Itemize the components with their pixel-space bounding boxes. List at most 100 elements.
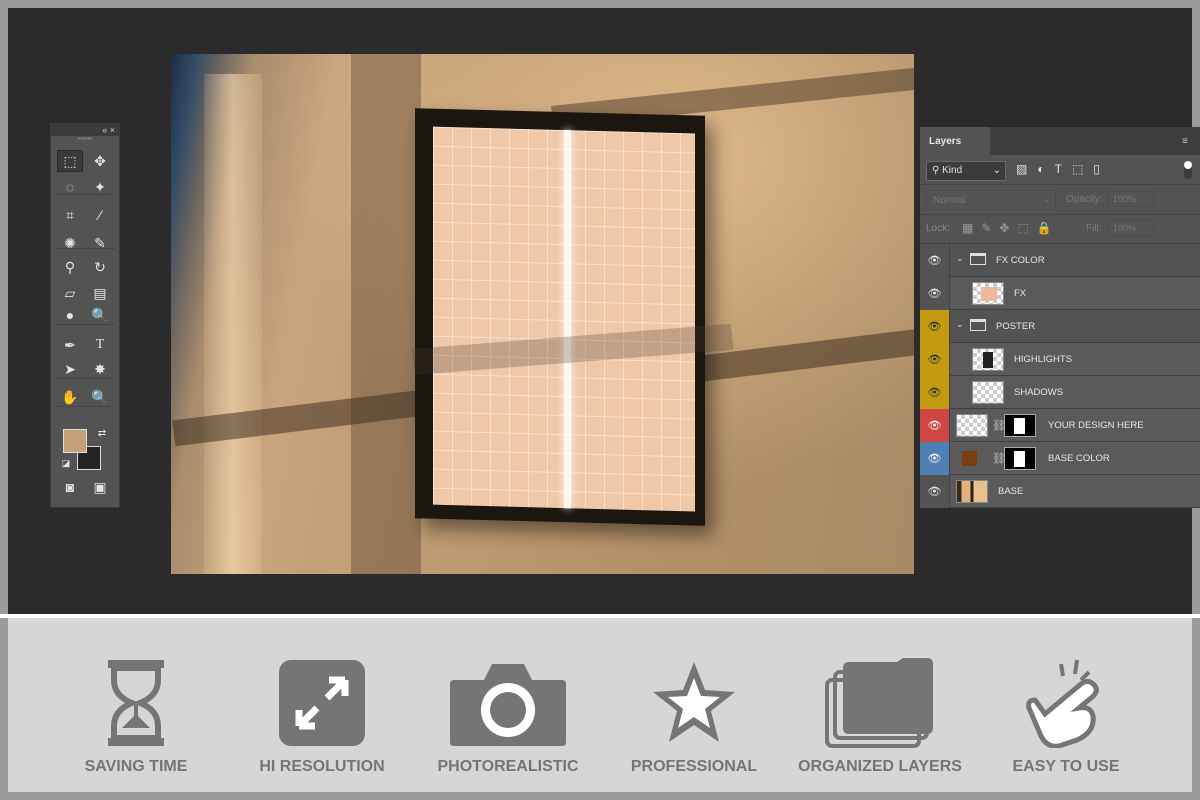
close-icon[interactable]: × bbox=[110, 125, 115, 135]
layer-group-fx-color[interactable]: 👁 ⌄ FX COLOR bbox=[920, 244, 1200, 277]
hourglass-icon bbox=[108, 660, 164, 746]
tools-panel: « × •••••• ⇄ ◪ ⬚ ✥ ◌ ✦ ⌗ ⁄ ✺ ✎ ⚲ ↻ ▱ ▤ ● 🔍 ✒ T ➤ ✸ ✋ 🔍 ◙ ▣ bbox=[50, 123, 120, 508]
layer-your-design-here[interactable]: 👁 ⛓ YOUR DESIGN HERE bbox=[920, 409, 1200, 442]
move-tool-icon[interactable]: ✥ bbox=[87, 150, 113, 172]
layers-panel: Layers ≡ ⚲ Kind ⌄ ▨ ◐ T ⬚ ▯ Normal ⌄ Opacity:… bbox=[920, 127, 1200, 508]
layer-name: FX COLOR bbox=[996, 255, 1045, 266]
camera-icon bbox=[450, 664, 566, 746]
blend-row: Normal ⌄ Opacity: 100% bbox=[920, 185, 1200, 215]
tools-panel-header: « × bbox=[51, 124, 119, 136]
layer-base[interactable]: 👁 BASE bbox=[920, 475, 1200, 508]
shape-filter-icon[interactable]: ⬚ bbox=[1072, 162, 1083, 176]
layer-highlights[interactable]: 👁 HIGHLIGHTS bbox=[920, 343, 1200, 376]
eye-icon[interactable]: 👁 bbox=[920, 277, 950, 310]
feature-label: ORGANIZED LAYERS bbox=[798, 758, 962, 775]
chevron-down-icon[interactable]: ⌄ bbox=[956, 319, 964, 330]
lock-pixels-icon[interactable]: ✎ bbox=[981, 221, 991, 235]
quick-mask-icon[interactable]: ◙ bbox=[57, 476, 83, 498]
feature-label: SAVING TIME bbox=[84, 758, 188, 775]
lock-transparent-icon[interactable]: ▦ bbox=[962, 221, 973, 235]
clone-stamp-tool-icon[interactable]: ⚲ bbox=[57, 256, 83, 278]
star-icon bbox=[653, 662, 735, 742]
eyedropper-tool-icon[interactable]: ⁄ bbox=[87, 204, 113, 226]
eye-icon[interactable]: 👁 bbox=[920, 475, 950, 508]
layer-group-poster[interactable]: 👁 ⌄ POSTER bbox=[920, 310, 1200, 343]
poster-frame[interactable] bbox=[412, 108, 734, 526]
adjustment-filter-icon[interactable]: ◐ bbox=[1037, 162, 1044, 176]
lock-artboard-icon[interactable]: ⬚ bbox=[1017, 221, 1028, 235]
feature-label: EASY TO USE bbox=[1012, 758, 1120, 775]
foreground-color-swatch[interactable] bbox=[63, 429, 87, 453]
filter-toggle[interactable] bbox=[1184, 161, 1192, 179]
smart-object-filter-icon[interactable]: ▯ bbox=[1093, 162, 1100, 176]
history-brush-tool-icon[interactable]: ↻ bbox=[87, 256, 113, 278]
lock-all-icon[interactable]: 🔒 bbox=[1037, 221, 1052, 235]
fill-label: Fill: bbox=[1086, 223, 1102, 234]
window-shadow-band bbox=[412, 323, 734, 375]
window-light-strip bbox=[204, 74, 262, 574]
panel-menu-icon[interactable]: ≡ bbox=[1182, 136, 1194, 147]
tab-layers[interactable]: Layers bbox=[920, 127, 990, 155]
chevron-down-icon[interactable]: ⌄ bbox=[956, 253, 964, 264]
layer-fx[interactable]: 👁 FX bbox=[920, 277, 1200, 310]
layer-name: HIGHLIGHTS bbox=[1014, 354, 1073, 365]
layer-shadows[interactable]: 👁 SHADOWS bbox=[920, 376, 1200, 409]
opacity-label: Opacity: bbox=[1066, 194, 1103, 205]
lock-label: Lock: bbox=[926, 223, 950, 234]
expand-arrows-icon bbox=[279, 660, 365, 746]
layers-folder-icon bbox=[825, 658, 933, 748]
default-colors-icon[interactable]: ◪ bbox=[53, 452, 79, 474]
tool-separator bbox=[57, 248, 115, 249]
layer-mask-thumbnail bbox=[1004, 447, 1036, 470]
brush-tool-icon[interactable]: ✎ bbox=[87, 232, 113, 254]
opacity-input[interactable]: 100% bbox=[1108, 191, 1154, 207]
shadow-column-right bbox=[351, 54, 421, 574]
workspace: « × •••••• ⇄ ◪ ⬚ ✥ ◌ ✦ ⌗ ⁄ ✺ ✎ ⚲ ↻ ▱ ▤ ● 🔍 ✒ T ➤ ✸ ✋ 🔍 ◙ ▣ La… bbox=[8, 8, 1200, 614]
hand-tool-icon[interactable]: ✋ bbox=[57, 386, 83, 408]
feature-saving-time: SAVING TIME bbox=[46, 618, 226, 792]
blend-mode-select[interactable]: Normal ⌄ bbox=[926, 190, 1056, 210]
filter-row: ⚲ Kind ⌄ ▨ ◐ T ⬚ ▯ bbox=[920, 155, 1200, 185]
lock-position-icon[interactable]: ✥ bbox=[999, 221, 1009, 235]
pen-tool-icon[interactable]: ✒ bbox=[57, 334, 83, 356]
layer-base-color[interactable]: 👁 ⛓ BASE COLOR bbox=[920, 442, 1200, 475]
crop-tool-icon[interactable]: ⌗ bbox=[57, 204, 83, 226]
healing-brush-tool-icon[interactable]: ✺ bbox=[57, 232, 83, 254]
dodge-tool-icon[interactable]: 🔍 bbox=[87, 304, 113, 326]
eye-icon[interactable]: 👁 bbox=[920, 343, 950, 376]
rectangular-marquee-tool-icon[interactable]: ⬚ bbox=[57, 150, 83, 172]
canvas-photo[interactable] bbox=[171, 54, 914, 574]
eye-icon[interactable]: 👁 bbox=[920, 409, 950, 442]
type-tool-icon[interactable]: T bbox=[87, 334, 113, 356]
eye-icon[interactable]: 👁 bbox=[920, 244, 950, 277]
eye-icon[interactable]: 👁 bbox=[920, 376, 950, 409]
zoom-tool-icon[interactable]: 🔍 bbox=[87, 386, 113, 408]
panel-grip[interactable]: •••••• bbox=[51, 136, 119, 144]
collapse-icon[interactable]: « bbox=[102, 125, 107, 135]
chevron-down-icon: ⌄ bbox=[992, 165, 1001, 176]
feature-photorealistic: PHOTOREALISTIC bbox=[418, 618, 598, 792]
screen-mode-icon[interactable]: ▣ bbox=[87, 476, 113, 498]
layer-thumbnail bbox=[972, 381, 1004, 404]
gradient-tool-icon[interactable]: ▤ bbox=[87, 282, 113, 304]
filter-icons: ▨ ◐ T ⬚ ▯ bbox=[1016, 162, 1100, 176]
custom-shape-tool-icon[interactable]: ✸ bbox=[87, 358, 113, 380]
poster-placeholder[interactable] bbox=[412, 126, 734, 512]
type-filter-icon[interactable]: T bbox=[1055, 162, 1062, 176]
lock-icons: ▦ ✎ ✥ ⬚ 🔒 bbox=[962, 221, 1052, 235]
layer-name: BASE COLOR bbox=[1048, 453, 1110, 464]
eraser-tool-icon[interactable]: ▱ bbox=[57, 282, 83, 304]
pixel-layer-filter-icon[interactable]: ▨ bbox=[1016, 162, 1027, 176]
feature-label: PROFESSIONAL bbox=[630, 758, 758, 775]
chevron-down-icon: ⌄ bbox=[1042, 194, 1051, 205]
feature-organized-layers: ORGANIZED LAYERS bbox=[790, 618, 970, 792]
layer-name: BASE bbox=[998, 486, 1024, 497]
swap-colors-icon[interactable]: ⇄ bbox=[89, 422, 115, 444]
smart-object-thumbnail bbox=[956, 414, 988, 437]
eye-icon[interactable]: 👁 bbox=[920, 310, 950, 343]
fill-input[interactable]: 100% bbox=[1108, 220, 1154, 236]
path-selection-tool-icon[interactable]: ➤ bbox=[57, 358, 83, 380]
kind-filter-select[interactable]: ⚲ Kind ⌄ bbox=[926, 161, 1006, 181]
blur-tool-icon[interactable]: ● bbox=[57, 304, 83, 326]
eye-icon[interactable]: 👁 bbox=[920, 442, 950, 475]
